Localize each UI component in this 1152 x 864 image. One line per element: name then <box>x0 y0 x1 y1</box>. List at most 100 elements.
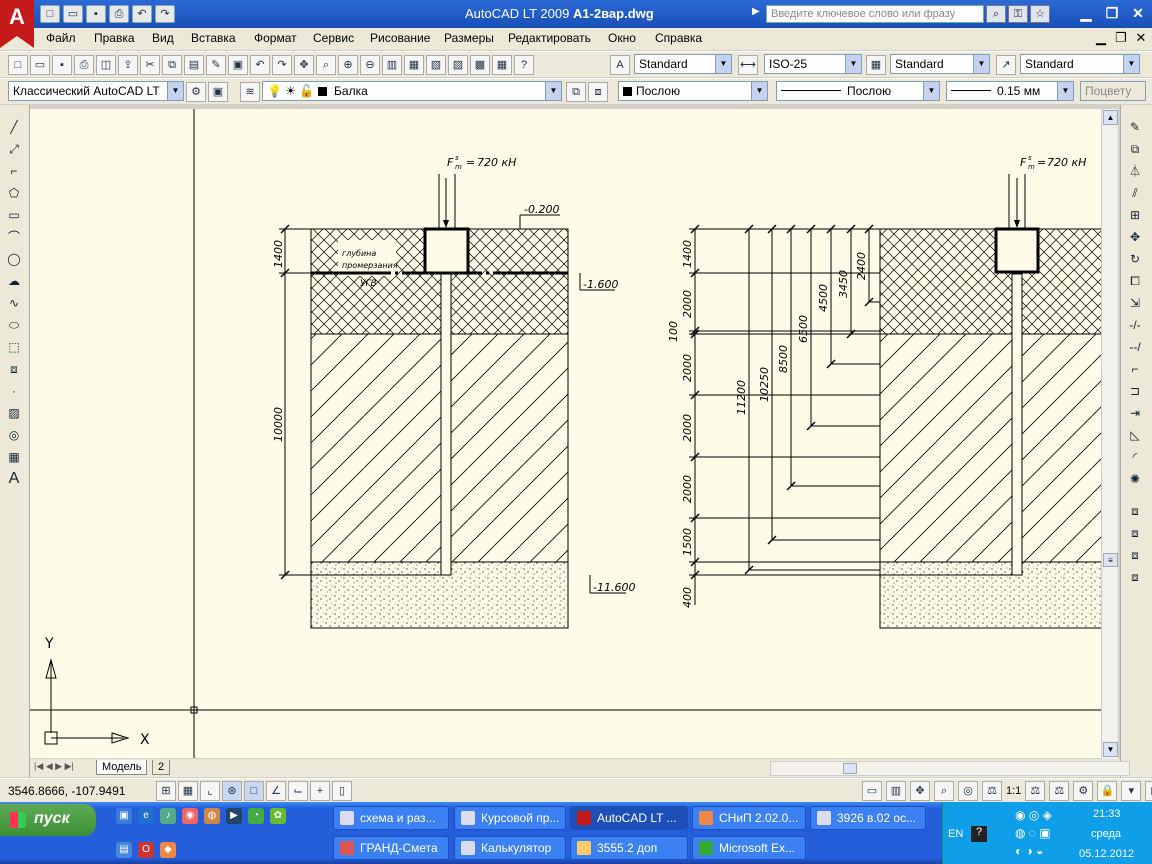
plot-icon[interactable]: ⎙ <box>74 55 94 75</box>
start-button[interactable]: пуск <box>0 804 96 836</box>
lineweight-toggle-icon[interactable]: ▯ <box>332 781 352 801</box>
table-style-select[interactable]: Standard ▼ <box>890 54 990 74</box>
task-autocad[interactable]: AutoCAD LT ... <box>570 806 688 830</box>
break-at-point-icon[interactable]: ⌐ <box>1125 359 1145 379</box>
clock-date[interactable]: 05.12.2012 <box>1079 848 1134 860</box>
point-icon[interactable]: · <box>4 381 24 401</box>
match-properties-icon[interactable]: ✎ <box>206 55 226 75</box>
stretch-icon[interactable]: ⇲ <box>1125 293 1145 313</box>
tool-palettes-icon[interactable]: ▧ <box>426 55 446 75</box>
print-icon[interactable]: ⎙ <box>109 5 129 23</box>
menu-file[interactable]: Файл <box>46 31 76 45</box>
extend-icon[interactable]: --/ <box>1125 337 1145 357</box>
zoom-status-icon[interactable]: ⌕ <box>934 781 954 801</box>
desktop-icon[interactable]: ▣ <box>116 808 132 824</box>
app-icon[interactable]: ◍ <box>204 808 220 824</box>
task-3926[interactable]: 3926 в.02 ос... <box>810 806 926 830</box>
qnew-icon[interactable]: □ <box>8 55 28 75</box>
drawing-area[interactable]: F s m = 720 кН глубина промерзания УГВ -… <box>30 109 1101 758</box>
menu-edit[interactable]: Правка <box>94 31 135 45</box>
tray-icons-row1[interactable]: ◉ ◎ ◈ <box>1015 808 1052 822</box>
workspace-select[interactable]: Классический AutoCAD LT ▼ <box>8 81 184 101</box>
drawing-canvas[interactable]: F s m = 720 кН глубина промерзания УГВ -… <box>30 109 1101 758</box>
linetype-select[interactable]: Послою ▼ <box>776 81 940 101</box>
sheet-set-icon[interactable]: ▨ <box>448 55 468 75</box>
model-space-icon[interactable]: ▭ <box>862 781 882 801</box>
media-icon[interactable]: ♪ <box>160 808 176 824</box>
table-style-icon[interactable]: ▦ <box>866 55 886 75</box>
task-schema[interactable]: схема и раз... <box>333 806 449 830</box>
layer-manager-icon[interactable]: ≋ <box>240 82 260 102</box>
open-file-icon[interactable]: ▭ <box>63 5 83 23</box>
auto-scale-icon[interactable]: ⚖ <box>1049 781 1070 801</box>
menu-tools[interactable]: Сервис <box>313 31 354 45</box>
text-style-select[interactable]: Standard ▼ <box>634 54 732 74</box>
menu-modify[interactable]: Редактировать <box>508 31 591 45</box>
pdf-icon[interactable]: ◆ <box>160 842 176 858</box>
ortho-mode-icon[interactable]: ⌞ <box>200 781 220 801</box>
offset-icon[interactable]: ⫽ <box>1125 183 1145 203</box>
redo-icon[interactable]: ↷ <box>272 55 292 75</box>
erase-icon[interactable]: ✎ <box>1125 117 1145 137</box>
object-snap-icon[interactable]: □ <box>244 781 264 801</box>
toolbar-lock-icon[interactable]: 🔒 <box>1097 781 1118 801</box>
tray-icons-row3[interactable]: ◐ ◑ ◒ <box>1015 844 1043 858</box>
vertical-scrollbar[interactable]: ▲ ≡ ▼ <box>1101 109 1118 759</box>
close-button[interactable]: ✕ <box>1128 5 1148 23</box>
region-icon[interactable]: ◎ <box>4 425 24 445</box>
array-icon[interactable]: ⊞ <box>1125 205 1145 225</box>
tab-layout-2[interactable]: 2 <box>152 760 171 775</box>
make-current-layer-icon[interactable]: ⧉ <box>566 82 586 102</box>
preview-icon[interactable]: ◫ <box>96 55 116 75</box>
trim-icon[interactable]: -/- <box>1125 315 1145 335</box>
workspace-settings-icon[interactable]: ⚙ <box>186 82 206 102</box>
rectangle-icon[interactable]: ▭ <box>4 205 24 225</box>
explode-icon[interactable]: ✺ <box>1125 469 1145 489</box>
doc-restore-button[interactable]: ❐ <box>1114 30 1128 46</box>
pan-status-icon[interactable]: ✥ <box>910 781 930 801</box>
tab-model[interactable]: Модель <box>96 760 148 775</box>
menu-help[interactable]: Справка <box>655 31 702 45</box>
annotation-visibility-icon[interactable]: ⚖ <box>1025 781 1046 801</box>
multiline-text-icon[interactable]: A <box>4 469 24 489</box>
workspace-save-icon[interactable]: ▣ <box>208 82 228 102</box>
zoom-window-icon[interactable]: ⊕ <box>338 55 358 75</box>
join-icon[interactable]: ⇥ <box>1125 403 1145 423</box>
polar-tracking-icon[interactable]: ⊛ <box>222 781 242 801</box>
markup-icon[interactable]: ▩ <box>470 55 490 75</box>
hscroll-thumb[interactable] <box>843 763 857 774</box>
new-file-icon[interactable]: □ <box>40 5 60 23</box>
multileader-style-icon[interactable]: ↗ <box>996 55 1016 75</box>
paste-icon[interactable]: ▤ <box>184 55 204 75</box>
scroll-up-icon[interactable]: ▲ <box>1103 110 1118 125</box>
steering-wheel-icon[interactable]: ◎ <box>958 781 978 801</box>
design-center-icon[interactable]: ▦ <box>404 55 424 75</box>
workspace-switching-icon[interactable]: ⚙ <box>1073 781 1094 801</box>
player-icon[interactable]: ▶ <box>226 808 242 824</box>
copy-object-icon[interactable]: ⧉ <box>1125 139 1145 159</box>
clock-weekday[interactable]: среда <box>1091 828 1121 840</box>
table-icon[interactable]: ▦ <box>4 447 24 467</box>
annotation-scale-icon[interactable]: ⚖ <box>982 781 1002 801</box>
scroll-down-icon[interactable]: ▼ <box>1103 742 1118 757</box>
menu-insert[interactable]: Вставка <box>191 31 236 45</box>
language-indicator[interactable]: EN <box>948 828 963 840</box>
cut-icon[interactable]: ✂ <box>140 55 160 75</box>
send-under-icon[interactable]: ⧈ <box>1125 567 1145 587</box>
ie-icon[interactable]: e <box>138 808 154 824</box>
horizontal-scrollbar[interactable] <box>770 761 1130 776</box>
circle-icon[interactable]: ◯ <box>4 249 24 269</box>
grid-display-icon[interactable]: ▦ <box>178 781 198 801</box>
communication-icon[interactable]: ⚿ <box>1008 5 1028 23</box>
block-editor-icon[interactable]: ▣ <box>228 55 248 75</box>
insert-block-icon[interactable]: ⬚ <box>4 337 24 357</box>
polygon-icon[interactable]: ⬠ <box>4 183 24 203</box>
layer-select[interactable]: 💡 ☀ 🔓 Балка ▼ <box>262 81 562 101</box>
hatch-icon[interactable]: ▨ <box>4 403 24 423</box>
break-icon[interactable]: ⊐ <box>1125 381 1145 401</box>
undo-icon[interactable]: ↶ <box>250 55 270 75</box>
status-bar-menu-icon[interactable]: ▾ <box>1121 781 1142 801</box>
tray-icons-row2[interactable]: ◍ ◌ ▣ <box>1015 826 1051 840</box>
snap-mode-icon[interactable]: ⊞ <box>156 781 176 801</box>
coordinates-readout[interactable]: 3546.8666, -107.9491 <box>8 784 125 798</box>
